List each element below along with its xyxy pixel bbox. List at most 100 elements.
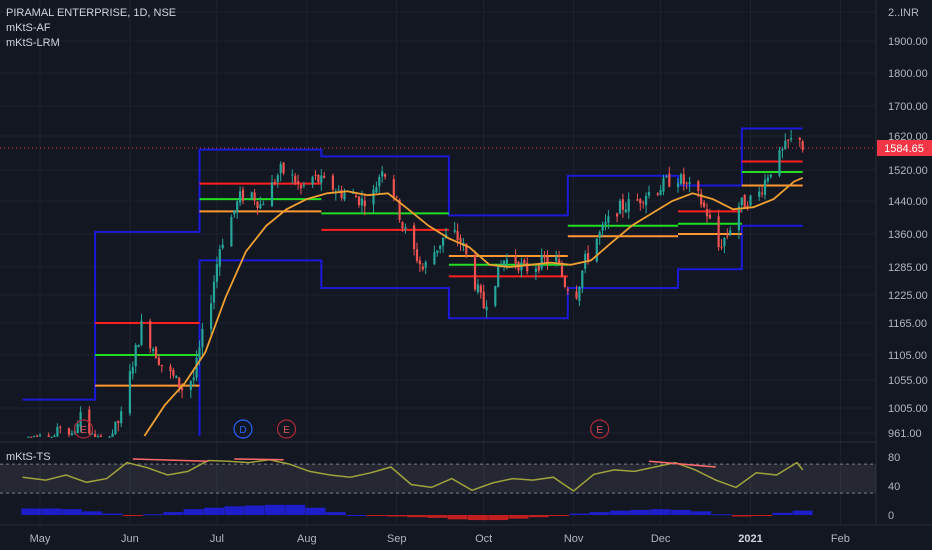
candle-body (555, 256, 558, 262)
candle-body (172, 370, 175, 376)
candle-body (723, 237, 726, 247)
candle-body (378, 177, 381, 187)
candle-body (140, 320, 143, 345)
candle-body (218, 249, 221, 267)
candle-body (514, 256, 517, 264)
price-tick-label: 1700.00 (888, 101, 928, 113)
events-layer: EDEE (73, 419, 610, 439)
candle-body (473, 254, 477, 290)
ts-histogram-bar (752, 515, 773, 516)
candle-body (642, 202, 645, 204)
candle-body (740, 197, 743, 206)
ts-histogram-bar (772, 512, 793, 515)
candle-body (331, 175, 334, 190)
candle-body (688, 182, 691, 185)
candle-body (175, 375, 178, 378)
candle-body (50, 437, 53, 438)
time-tick-label: Dec (651, 533, 671, 545)
candle-body (262, 204, 265, 206)
candle-body (703, 202, 706, 207)
candle-body (320, 175, 323, 183)
ts-histogram-bar (41, 508, 62, 515)
candle-body (482, 291, 485, 309)
ts-histogram-bar (630, 509, 651, 515)
channel-layer (22, 127, 803, 436)
candle-body (392, 179, 395, 197)
candle-body (778, 150, 781, 176)
candle-body (221, 244, 224, 249)
candle-body (259, 204, 262, 209)
ts-pane-title[interactable]: mKtS-TS (6, 451, 51, 463)
candle-body (99, 435, 102, 437)
candle-body (270, 182, 274, 207)
candle-body (294, 175, 297, 184)
candle-body (433, 252, 436, 265)
candle-body (355, 195, 358, 198)
candle-body (685, 182, 688, 184)
candle-body (250, 192, 253, 199)
candle-body (282, 162, 285, 174)
price-tick-label: 1225.00 (888, 290, 928, 302)
candle-body (96, 436, 100, 438)
ts-histogram-bar (163, 512, 184, 515)
candle-body (697, 181, 700, 192)
candle-body (337, 189, 340, 191)
chart-title: PIRAMAL ENTERPRISE, 1D, NSE (6, 7, 177, 19)
chart-legend: PIRAMAL ENTERPRISE, 1D, NSE mKtS-AF mKtS… (6, 6, 176, 51)
candle-body (372, 189, 375, 205)
price-chart[interactable]: EDEE 80400 1584.652...1900.001800.001700… (0, 0, 932, 550)
candle-body (581, 270, 584, 288)
candle-body (595, 238, 598, 262)
candle-body (543, 255, 546, 258)
candle-body (131, 367, 134, 374)
candle-body (178, 377, 181, 388)
ts-signal-segment (234, 458, 284, 461)
price-tick-label: 961.00 (888, 428, 922, 440)
candle-body (604, 222, 607, 225)
ts-histogram-bar (143, 514, 164, 516)
candle-body (343, 193, 346, 200)
event-label: E (283, 425, 290, 436)
indicator-label-lrm[interactable]: mKtS-LRM (6, 36, 176, 51)
candle-body (363, 200, 366, 207)
candle-body (404, 227, 407, 230)
candle-body (566, 289, 569, 291)
candle-body (67, 428, 71, 435)
ma-layer (143, 176, 804, 437)
indicator-label-af[interactable]: mKtS-AF (6, 21, 176, 36)
candle-body (679, 174, 682, 184)
price-tick-label: 1360.00 (888, 229, 928, 241)
candle-body (233, 210, 236, 215)
candle-body (128, 371, 131, 414)
ts-histogram-bar (508, 515, 529, 519)
candle-body (560, 263, 564, 277)
candle-body (157, 357, 160, 365)
candle-body (636, 199, 639, 201)
ts-tick-label: 0 (888, 510, 894, 522)
candle-body (442, 237, 445, 246)
candle-body (616, 213, 619, 217)
candle-body (763, 179, 767, 195)
candle-body (421, 266, 424, 270)
candle-body (476, 284, 479, 293)
candle-body (587, 253, 590, 261)
candle-body (705, 208, 709, 217)
price-tick-label: 1900.00 (888, 36, 928, 48)
time-tick-label: Aug (297, 533, 317, 545)
candle-body (230, 217, 233, 247)
candle-body (627, 199, 630, 212)
candle-body (256, 201, 259, 209)
candle-body (181, 387, 184, 391)
candle-body (70, 433, 73, 436)
ts-histogram-bar (650, 509, 671, 515)
ts-histogram-bar (407, 515, 427, 518)
time-tick-label: Nov (564, 533, 584, 545)
channel-upper (22, 127, 803, 401)
candle-body (47, 435, 50, 437)
ts-histogram-bar (224, 506, 245, 515)
ts-tick-label: 80 (888, 452, 900, 464)
currency-label: INR (900, 7, 919, 19)
candle-body (30, 436, 33, 438)
candle-body (117, 421, 120, 424)
candle-body (424, 262, 427, 268)
